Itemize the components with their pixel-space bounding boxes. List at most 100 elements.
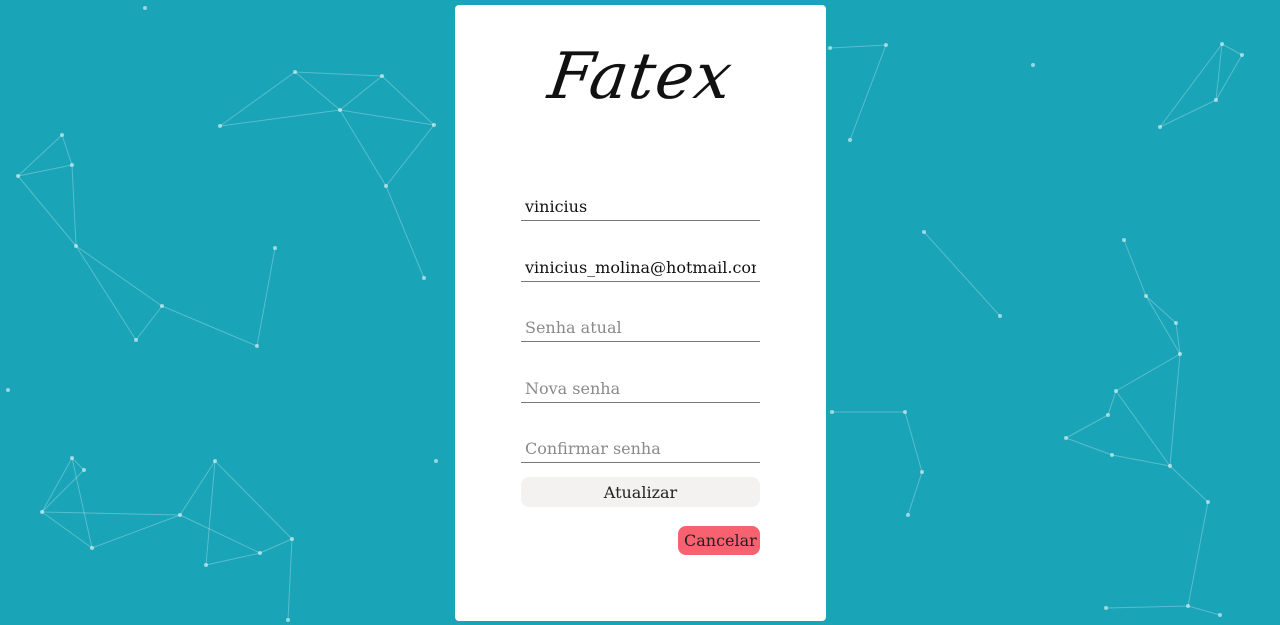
network-line (385, 124, 435, 187)
network-node (422, 276, 426, 280)
network-node (1214, 98, 1218, 102)
network-line (259, 538, 293, 554)
network-node (6, 388, 10, 392)
network-node (134, 338, 138, 342)
network-line (1169, 465, 1209, 503)
new-password-input[interactable] (521, 375, 760, 403)
network-node (178, 513, 182, 517)
network-line (1115, 390, 1171, 467)
network-line (214, 460, 293, 540)
network-node (432, 123, 436, 127)
network-node (218, 124, 222, 128)
network-node (273, 246, 277, 250)
network-node (884, 43, 888, 47)
network-node (1186, 604, 1190, 608)
network-node (906, 513, 910, 517)
network-node (286, 618, 290, 622)
username-input[interactable] (521, 193, 760, 221)
network-node (16, 174, 20, 178)
network-node (1220, 42, 1224, 46)
network-node (1206, 500, 1210, 504)
network-node (1031, 63, 1035, 67)
network-node (1064, 436, 1068, 440)
network-line (161, 305, 258, 347)
network-line (71, 164, 77, 247)
email-input[interactable] (521, 254, 760, 282)
network-node (90, 546, 94, 550)
network-line (135, 305, 163, 341)
network-line (179, 514, 261, 554)
network-line (829, 44, 887, 49)
network-line (1105, 605, 1189, 609)
network-node (1218, 613, 1222, 617)
network-line (17, 175, 77, 247)
network-line (1159, 99, 1217, 128)
network-line (1111, 454, 1171, 467)
network-node (380, 74, 384, 78)
network-line (1065, 414, 1109, 439)
network-node (255, 344, 259, 348)
network-node (74, 244, 78, 248)
network-line (294, 71, 383, 77)
network-line (205, 552, 261, 566)
network-line (205, 460, 216, 566)
network-line (339, 75, 383, 111)
network-node (60, 133, 64, 137)
network-node (1110, 453, 1114, 457)
network-line (41, 511, 181, 516)
network-node (998, 314, 1002, 318)
network-line (61, 134, 73, 166)
network-node (1240, 53, 1244, 57)
network-node (40, 510, 44, 514)
network-node (1144, 294, 1148, 298)
network-line (179, 460, 216, 516)
network-node (70, 163, 74, 167)
network-line (91, 514, 181, 549)
network-line (1145, 295, 1177, 324)
network-node (434, 459, 438, 463)
network-line (219, 109, 341, 127)
network-node (1114, 389, 1118, 393)
network-line (75, 245, 137, 341)
network-line (1107, 390, 1117, 416)
network-node (258, 551, 262, 555)
network-line (339, 109, 387, 187)
cancel-button[interactable]: Cancelar (678, 526, 760, 555)
network-line (849, 44, 887, 141)
network-node (1174, 321, 1178, 325)
network-node (160, 304, 164, 308)
network-node (384, 184, 388, 188)
network-node (290, 537, 294, 541)
network-node (830, 410, 834, 414)
network-line (1175, 322, 1181, 355)
network-node (1106, 413, 1110, 417)
network-line (1115, 353, 1181, 392)
network-node (1158, 125, 1162, 129)
network-node (213, 459, 217, 463)
network-line (41, 511, 93, 549)
network-node (70, 456, 74, 460)
current-password-input[interactable] (521, 314, 760, 342)
network-node (338, 108, 342, 112)
network-line (75, 245, 163, 307)
network-line (1123, 239, 1147, 297)
logo: Fatex (543, 40, 738, 114)
network-node (922, 230, 926, 234)
network-line (1065, 437, 1113, 456)
update-button[interactable]: Atualizar (521, 477, 760, 507)
network-line (294, 71, 341, 111)
network-node (920, 470, 924, 474)
network-node (848, 138, 852, 142)
network-line (287, 538, 293, 621)
network-line (1221, 43, 1243, 56)
network-line (41, 457, 73, 513)
network-line (1145, 295, 1181, 355)
network-line (17, 164, 73, 177)
network-line (41, 469, 85, 513)
network-line (904, 411, 923, 473)
network-line (907, 471, 923, 516)
network-line (923, 231, 1001, 317)
network-line (17, 134, 63, 177)
network-line (1159, 43, 1223, 128)
confirm-password-input[interactable] (521, 435, 760, 463)
